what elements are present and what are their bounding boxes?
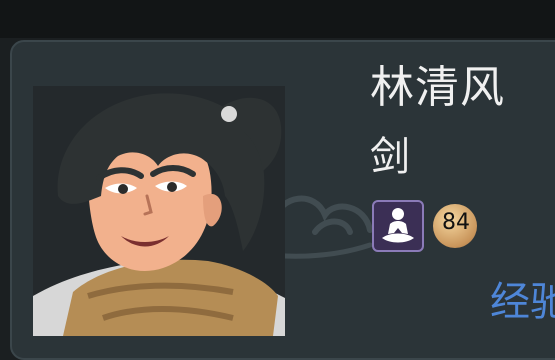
portrait-illustration [33, 93, 285, 336]
top-bar [0, 0, 555, 38]
meditation-icon [382, 208, 414, 243]
character-name: 林清风 [370, 62, 505, 113]
character-portrait[interactable] [33, 86, 285, 336]
experience-label: 经驰 [490, 279, 555, 325]
skill-slot[interactable] [372, 200, 424, 252]
character-class: 剑 [370, 134, 410, 180]
character-level: 84 [442, 210, 470, 235]
